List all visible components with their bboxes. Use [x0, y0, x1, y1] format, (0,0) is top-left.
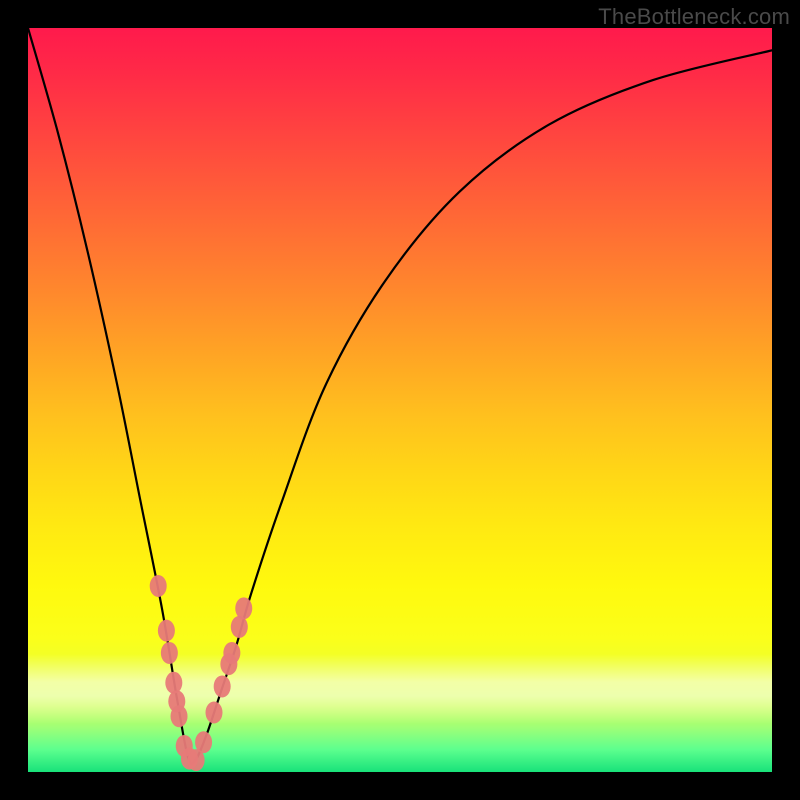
- watermark-text: TheBottleneck.com: [598, 4, 790, 30]
- curve-marker: [158, 620, 175, 642]
- bottleneck-curve: [28, 28, 772, 764]
- curve-marker: [235, 597, 252, 619]
- curve-marker: [171, 705, 188, 727]
- outer-frame: TheBottleneck.com: [0, 0, 800, 800]
- curve-marker: [214, 675, 231, 697]
- curve-marker: [231, 616, 248, 638]
- curve-marker: [150, 575, 167, 597]
- curve-marker: [161, 642, 178, 664]
- plot-area: [28, 28, 772, 772]
- curve-marker: [223, 642, 240, 664]
- curve-layer: [28, 28, 772, 772]
- curve-marker: [206, 701, 223, 723]
- curve-marker: [195, 731, 212, 753]
- curve-marker: [165, 672, 182, 694]
